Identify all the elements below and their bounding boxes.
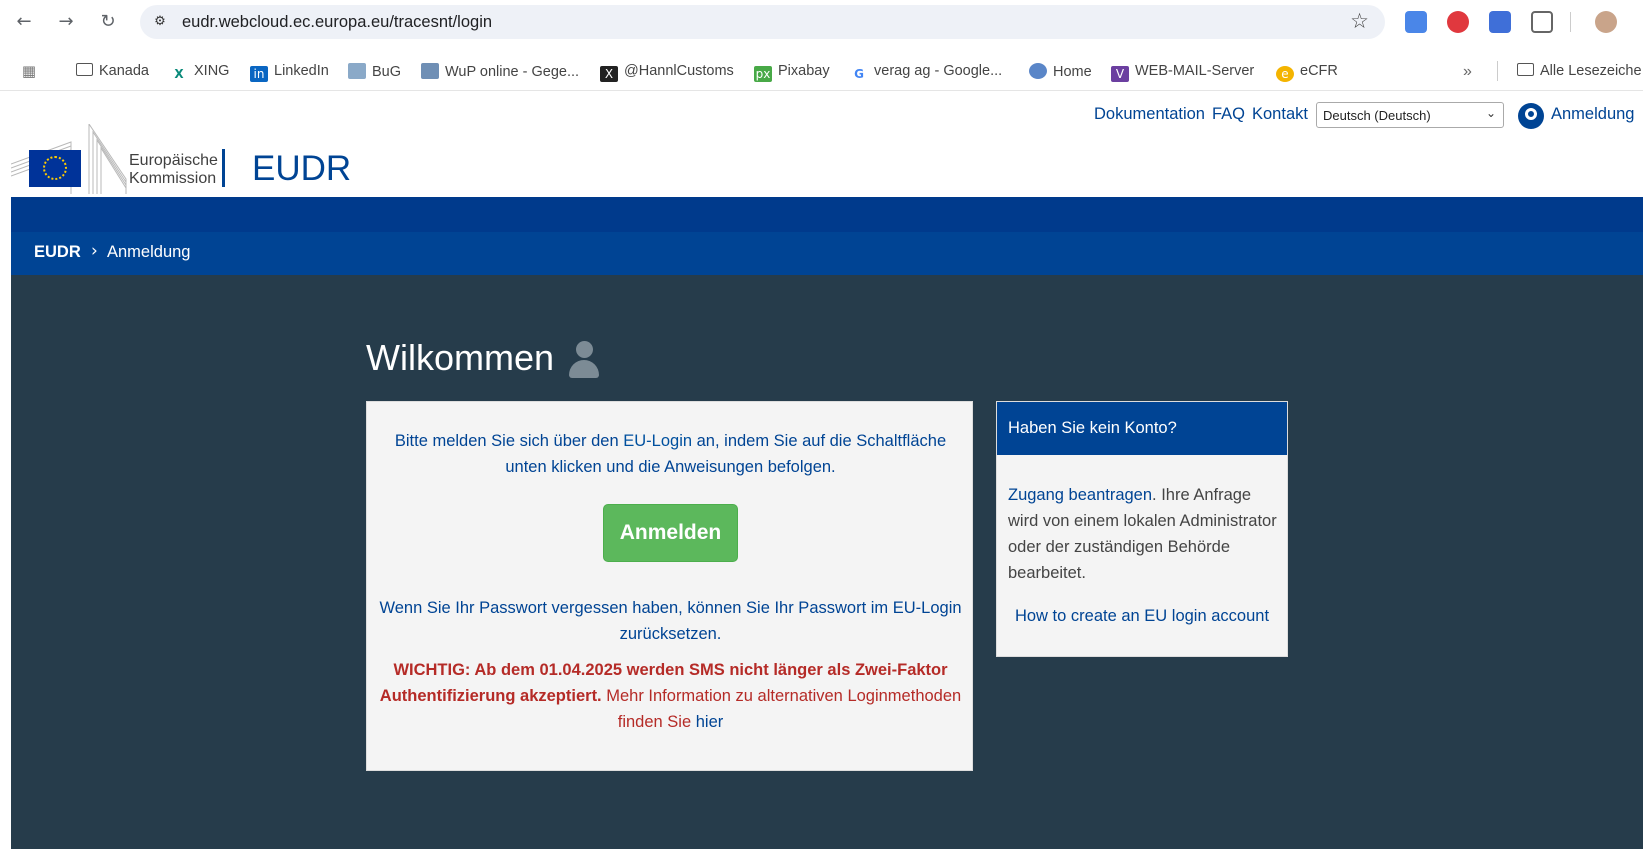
- more-bookmarks-button[interactable]: »: [1463, 63, 1472, 81]
- main-content: Wilkommen Bitte melden Sie sich über den…: [11, 275, 1643, 849]
- bookmarks-divider: [1497, 61, 1498, 81]
- important-notice: WICHTIG: Ab dem 01.04.2025 werden SMS ni…: [379, 661, 962, 731]
- breadcrumb-root-link[interactable]: EUDR: [34, 243, 81, 262]
- language-select[interactable]: Deutsch (Deutsch) ⌄: [1316, 102, 1504, 128]
- extensions-puzzle-icon[interactable]: [1531, 11, 1553, 33]
- forgot-password-text: Wenn Sie Ihr Passwort vergessen haben, k…: [379, 599, 962, 643]
- breadcrumb-current: Anmeldung: [107, 243, 191, 261]
- breadcrumb: EUDR › Anmeldung: [11, 232, 1643, 275]
- pixabay-icon: px: [754, 66, 772, 82]
- site-name[interactable]: EUDR: [252, 149, 351, 189]
- bookmark-home[interactable]: Home: [1029, 63, 1092, 80]
- bookmark-wup[interactable]: WuP online - Gege...: [421, 63, 579, 80]
- bookmark-verag[interactable]: Gverag ag - Google...: [850, 63, 1002, 82]
- bookmark-kanada[interactable]: Kanada: [76, 63, 149, 79]
- folder-icon: [1517, 63, 1534, 76]
- login-panel: Bitte melden Sie sich über den EU-Login …: [366, 401, 973, 771]
- wup-icon: [421, 63, 439, 79]
- bookmark-ecfr[interactable]: e eCFR: [1276, 63, 1338, 82]
- bookmark-linkedin[interactable]: in LinkedIn: [250, 63, 329, 82]
- all-bookmarks-button[interactable]: Alle Lesezeiche: [1517, 63, 1642, 79]
- xing-icon: X: [174, 67, 184, 81]
- faq-link[interactable]: FAQ: [1212, 105, 1245, 124]
- login-button[interactable]: Anmelden: [603, 504, 738, 562]
- page-title: Wilkommen: [366, 337, 555, 378]
- organization-name: Europäische Kommission: [129, 152, 218, 187]
- home-icon: [1029, 63, 1047, 79]
- eu-flag: [29, 150, 81, 187]
- bookmark-xing[interactable]: X XING: [170, 63, 229, 82]
- login-instructions: Bitte melden Sie sich über den EU-Login …: [394, 432, 947, 476]
- contact-link[interactable]: Kontakt: [1252, 105, 1308, 124]
- chevron-right-icon: ›: [91, 241, 98, 261]
- chevron-down-icon: ⌄: [1485, 106, 1496, 120]
- login-link[interactable]: Anmeldung: [1551, 105, 1634, 124]
- no-account-text: Zugang beantragen. Ihre Anfrage wird von…: [1008, 486, 1277, 582]
- more-info-link[interactable]: hier: [696, 713, 724, 731]
- bookmark-star-icon[interactable]: ☆: [1350, 9, 1369, 33]
- howto-eu-login-link[interactable]: How to create an EU login account: [997, 607, 1287, 626]
- page: Dokumentation FAQ Kontakt Deutsch (Deuts…: [11, 92, 1643, 849]
- bug-icon: [348, 63, 366, 79]
- apps-grid-icon[interactable]: ▦: [20, 61, 44, 79]
- no-account-title: Haben Sie kein Konto?: [997, 402, 1287, 455]
- ecfr-icon: e: [1276, 66, 1294, 82]
- site-settings-icon[interactable]: ⚙: [150, 12, 170, 32]
- translate-extension-icon[interactable]: [1405, 11, 1427, 33]
- bookmarks-bar: ▦ Kanada X XING in LinkedIn BuG WuP online…: [0, 55, 1643, 91]
- eu-login-link[interactable]: EU-Login: [623, 432, 692, 450]
- logo-divider: [222, 149, 225, 187]
- reload-icon[interactable]: ↻: [96, 10, 120, 34]
- bookmark-pixabay[interactable]: px Pixabay: [754, 63, 830, 82]
- bookmark-hannlcustoms[interactable]: X @HannlCustoms: [600, 63, 734, 82]
- request-access-link[interactable]: Zugang beantragen: [1008, 486, 1152, 504]
- extension-icon[interactable]: [1489, 11, 1511, 33]
- user-icon[interactable]: [1518, 103, 1544, 129]
- google-icon: G: [854, 67, 864, 81]
- folder-icon: [76, 63, 93, 76]
- linkedin-icon: in: [250, 66, 268, 82]
- bookmark-webmail[interactable]: V WEB-MAIL-Server: [1111, 63, 1254, 82]
- url-text: eudr.webcloud.ec.europa.eu/tracesnt/logi…: [182, 13, 493, 31]
- address-bar[interactable]: ⚙ eudr.webcloud.ec.europa.eu/tracesnt/lo…: [140, 5, 1385, 39]
- bookmark-bug[interactable]: BuG: [348, 63, 401, 80]
- person-icon: [567, 341, 601, 381]
- documentation-link[interactable]: Dokumentation: [1094, 105, 1205, 124]
- nav-band: [11, 197, 1643, 232]
- x-icon: X: [600, 66, 618, 82]
- forward-icon[interactable]: →: [54, 10, 78, 34]
- browser-toolbar: ← → ↻ ⚙ eudr.webcloud.ec.europa.eu/trace…: [0, 0, 1643, 46]
- no-account-panel: Haben Sie kein Konto? Zugang beantragen.…: [996, 401, 1288, 657]
- webmail-icon: V: [1111, 66, 1129, 82]
- adblock-extension-icon[interactable]: [1447, 11, 1469, 33]
- toolbar-divider: [1570, 12, 1571, 32]
- profile-avatar[interactable]: [1595, 11, 1617, 33]
- back-icon[interactable]: ←: [12, 10, 36, 34]
- reset-password-link[interactable]: Ihr Passwort: [774, 599, 866, 617]
